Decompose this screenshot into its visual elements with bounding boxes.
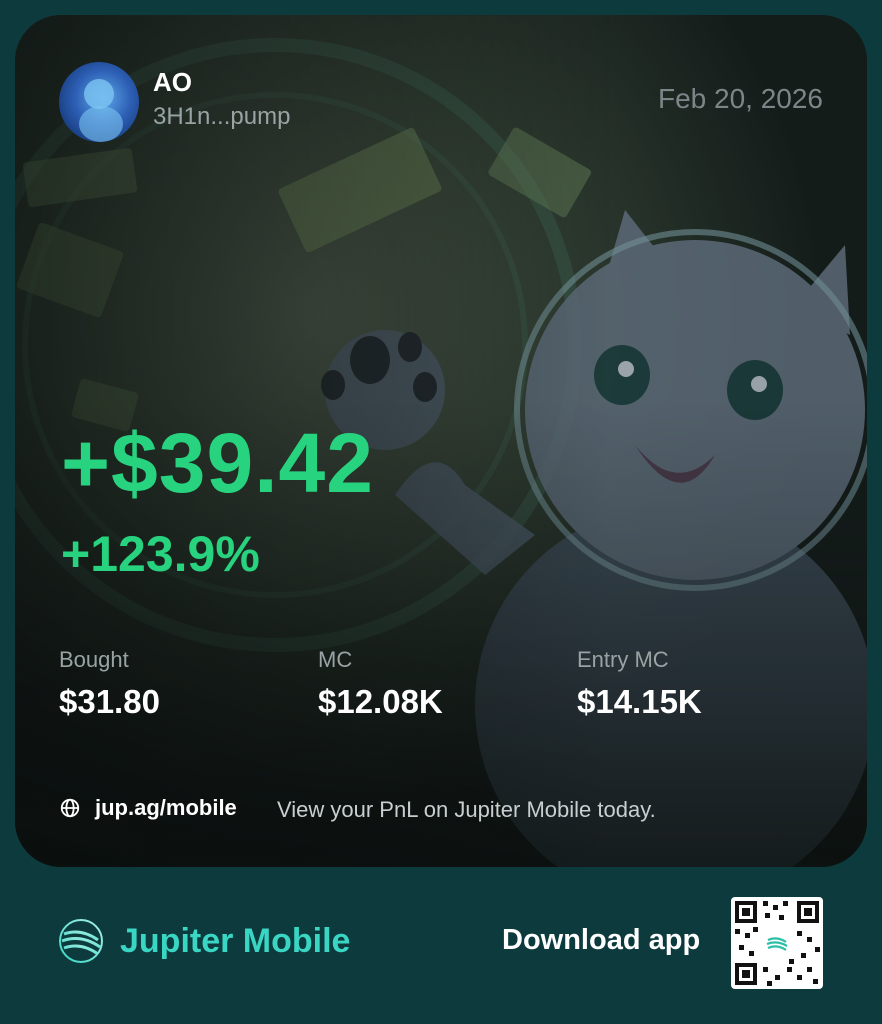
stat-bought: Bought $31.80 (59, 647, 160, 721)
stat-label: MC (318, 647, 353, 672)
footer-url[interactable]: jup.ag/mobile (95, 795, 237, 821)
stat-value: $14.15K (577, 683, 702, 720)
stat-mc: MC $12.08K (318, 647, 443, 721)
stat-label: Bought (59, 647, 129, 672)
date-label: Feb 20, 2026 (657, 83, 823, 114)
qr-code[interactable] (731, 897, 823, 989)
brand: Jupiter Mobile (58, 918, 350, 964)
pnl-card: AO 3H1n...pump Feb 20, 2026 +$39.42 +123… (15, 15, 867, 867)
token-avatar (59, 62, 139, 142)
stat-label: Entry MC (577, 647, 669, 672)
stat-value: $12.08K (318, 683, 443, 720)
jupiter-logo-icon (59, 919, 103, 963)
token-address: 3H1n...pump (153, 103, 291, 130)
footer-text: View your PnL on Jupiter Mobile today. (277, 797, 656, 822)
token-name: AO (153, 67, 192, 97)
pnl-amount: +$39.42 (61, 416, 374, 510)
brand-name: Jupiter Mobile (120, 921, 351, 960)
footer-link[interactable]: jup.ag/mobile (59, 795, 237, 821)
stat-entry-mc: Entry MC $14.15K (577, 647, 702, 721)
pnl-percent: +123.9% (61, 526, 260, 582)
globe-icon (60, 798, 80, 818)
stat-value: $31.80 (59, 683, 160, 720)
download-app-label[interactable]: Download app (502, 924, 700, 957)
